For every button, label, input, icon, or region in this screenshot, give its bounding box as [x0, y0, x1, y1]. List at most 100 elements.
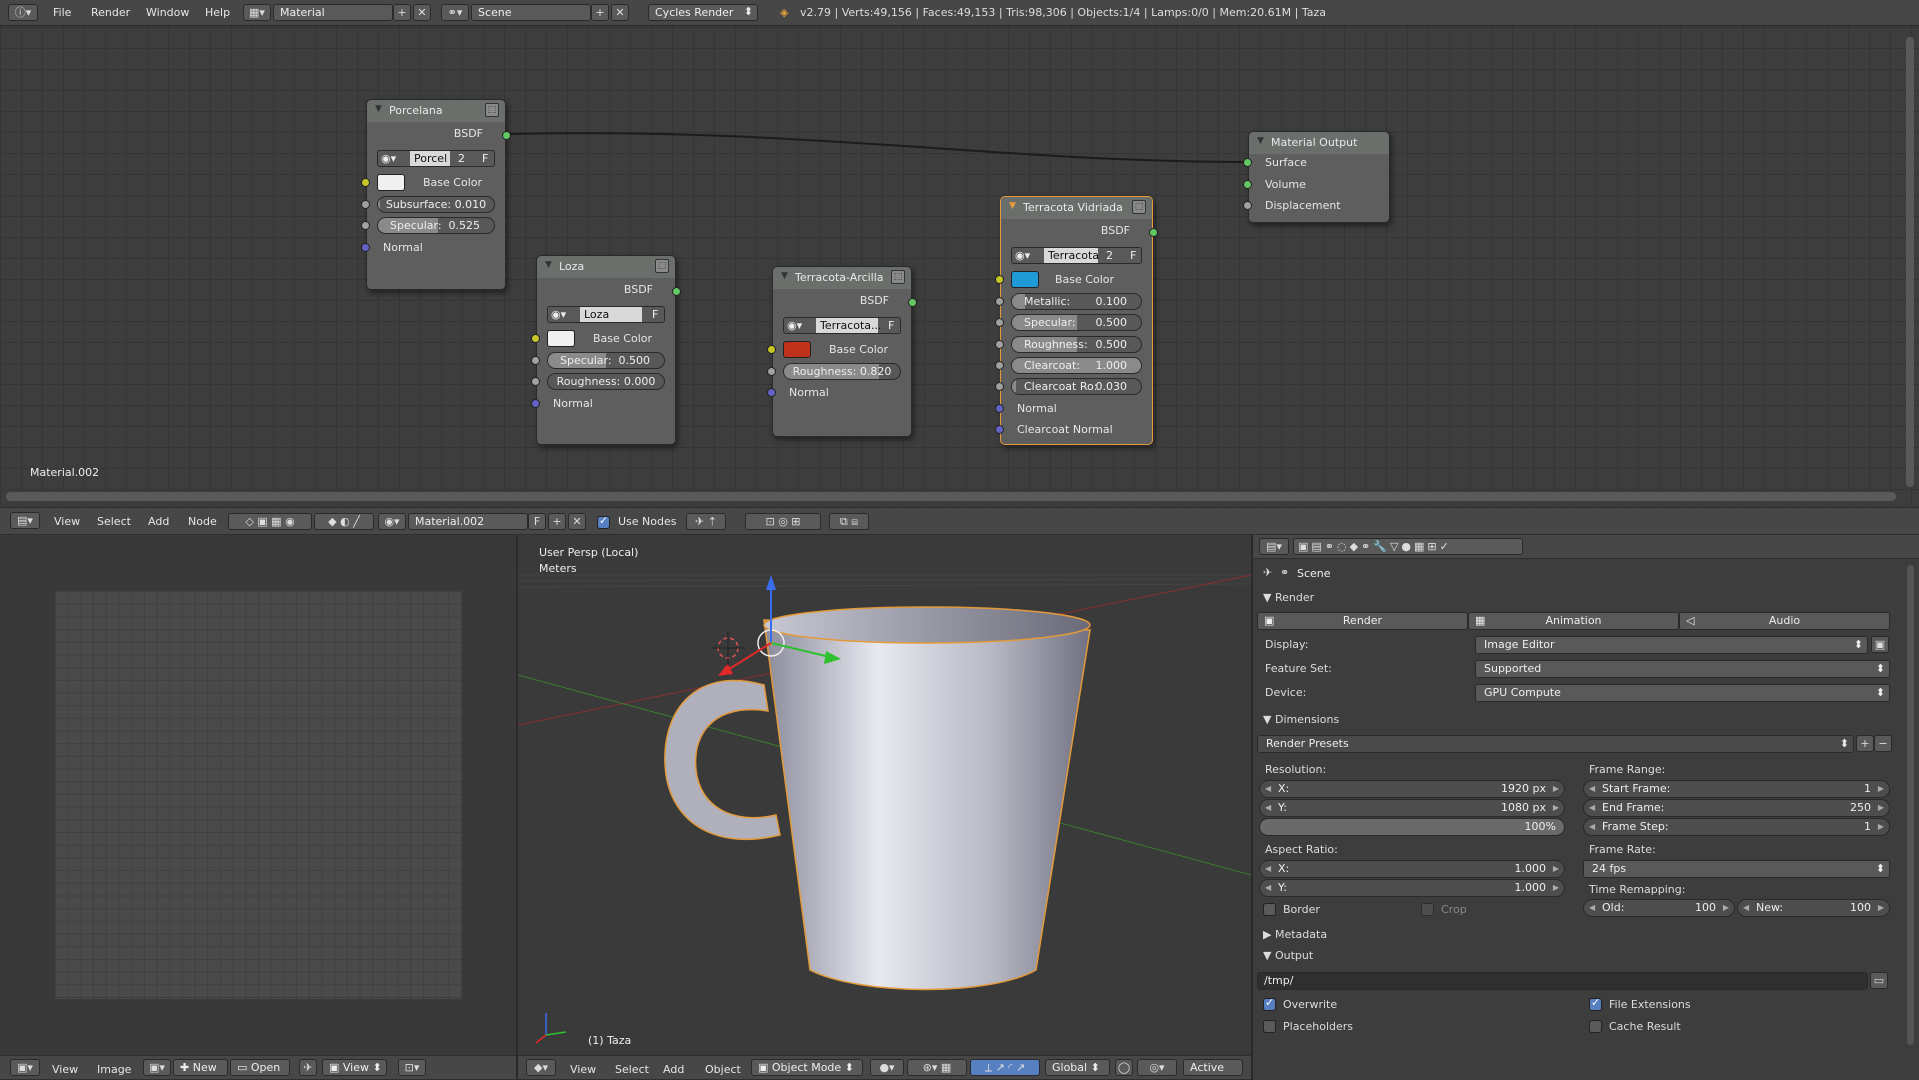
shader-object-buttons[interactable]: ◆ ◐ ╱: [314, 513, 374, 530]
time-new-field[interactable]: ◀ New: 100 ▶: [1737, 899, 1890, 917]
fake-user-button[interactable]: F: [528, 513, 546, 530]
orientation-select[interactable]: Global ⬍: [1045, 1059, 1110, 1076]
dimensions-panel-header[interactable]: ▼ Dimensions: [1263, 713, 1339, 726]
snap-target-select[interactable]: Active: [1183, 1059, 1243, 1076]
render-panel-header[interactable]: ▼ Render: [1263, 591, 1314, 604]
mode-select[interactable]: ▣ Object Mode ⬍: [751, 1059, 863, 1076]
material-browse-icon[interactable]: ◉▾: [378, 513, 406, 530]
specular-slider[interactable]: Specular: 0.500: [1011, 314, 1142, 331]
image-browse-icon[interactable]: ▣▾: [143, 1059, 171, 1076]
pivot-icon[interactable]: ⊡▾: [398, 1059, 426, 1076]
base-color-swatch[interactable]: [783, 341, 811, 358]
transform-manipulator-buttons[interactable]: ⟂ ↗ ◜ ↗: [970, 1059, 1040, 1076]
specular-slider[interactable]: Specular: 0.525: [377, 217, 495, 234]
base-color-swatch[interactable]: [1011, 271, 1039, 288]
specular-slider[interactable]: Specular: 0.500: [547, 352, 665, 369]
shader-type-buttons[interactable]: ◇ ▣ ▦ ◉: [228, 513, 312, 530]
end-frame-field[interactable]: ◀ End Frame: 250 ▶: [1583, 799, 1890, 817]
roughness-slider[interactable]: Roughness: 0.000: [547, 373, 665, 390]
roughness-socket[interactable]: [531, 377, 540, 386]
feature-set-select[interactable]: Supported ⬍: [1475, 660, 1890, 678]
animation-button[interactable]: ▦ Animation: [1468, 612, 1679, 630]
material-selector[interactable]: ◉▾ Terracota... F: [783, 317, 901, 334]
subsurface-socket[interactable]: [361, 200, 370, 209]
output-panel-header[interactable]: ▼ Output: [1263, 949, 1313, 962]
delete-material-button[interactable]: ✕: [568, 513, 586, 530]
delete-screen-button[interactable]: ✕: [413, 4, 431, 21]
volume-socket[interactable]: [1243, 180, 1252, 189]
fake-user-button[interactable]: F: [888, 318, 894, 333]
menu-object[interactable]: Object: [705, 1063, 741, 1076]
menu-node[interactable]: Node: [188, 515, 217, 528]
add-screen-button[interactable]: +: [393, 4, 411, 21]
menu-view[interactable]: View: [570, 1063, 596, 1076]
editor-type-button[interactable]: ▣▾: [10, 1059, 40, 1076]
material-selector[interactable]: ◉▾ Terracota 2 F: [1011, 247, 1142, 264]
resolution-y-field[interactable]: ◀ Y: 1080 px ▶: [1259, 799, 1565, 817]
menu-view[interactable]: View: [54, 515, 80, 528]
use-nodes-checkbox[interactable]: [597, 514, 610, 529]
specular-socket[interactable]: [995, 318, 1004, 327]
vertical-scrollbar[interactable]: [1906, 37, 1914, 487]
bsdf-output-socket[interactable]: [502, 131, 511, 140]
pivot-point-button[interactable]: ⊛▾ ▦: [907, 1059, 967, 1076]
collapse-arrow-icon[interactable]: ▼: [1257, 136, 1264, 146]
viewport-shading-button[interactable]: ●▾: [870, 1059, 904, 1076]
uv-grid[interactable]: [55, 591, 462, 999]
fake-user-button[interactable]: F: [482, 151, 488, 166]
menu-select[interactable]: Select: [615, 1063, 649, 1076]
file-extensions-checkbox[interactable]: [1589, 996, 1602, 1011]
screen-layout-icon[interactable]: ▦▾: [243, 4, 271, 21]
view-mode-select[interactable]: ▣ View ⬍: [322, 1059, 387, 1076]
roughness-socket[interactable]: [995, 340, 1004, 349]
normal-socket[interactable]: [767, 388, 776, 397]
aspect-x-field[interactable]: ◀ X: 1.000 ▶: [1259, 860, 1565, 878]
normal-socket[interactable]: [531, 399, 540, 408]
base-color-swatch[interactable]: [377, 174, 405, 191]
frame-step-field[interactable]: ◀ Frame Step: 1 ▶: [1583, 818, 1890, 836]
metadata-panel-header[interactable]: ▶ Metadata: [1263, 928, 1327, 941]
placeholders-checkbox[interactable]: [1263, 1020, 1276, 1033]
layers-icon[interactable]: ◯: [1115, 1059, 1133, 1076]
pin-icon[interactable]: ✈: [1263, 566, 1272, 579]
clearcoat-roughness-slider[interactable]: Clearcoat Ro: 0.030: [1011, 378, 1142, 395]
menu-file[interactable]: File: [53, 6, 71, 19]
menu-select[interactable]: Select: [97, 515, 131, 528]
folder-icon[interactable]: ▭: [1870, 972, 1888, 989]
normal-socket[interactable]: [995, 404, 1004, 413]
material-selector[interactable]: ◉▾ Porcel 2 F: [377, 150, 495, 167]
node-material-output[interactable]: ▼ Material Output Surface Volume Displace…: [1243, 131, 1390, 223]
properties-context-tabs[interactable]: ▣▤⚭◌◆⚭🔧▽●▦⊞✓: [1293, 538, 1523, 555]
properties-editor[interactable]: ▤▾ ▣▤⚭◌◆⚭🔧▽●▦⊞✓ ✈ ⚭ Scene ▼ Render ▣ Rend…: [1253, 535, 1919, 1080]
overwrite-checkbox[interactable]: [1263, 996, 1276, 1011]
mug-object[interactable]: [664, 606, 1091, 991]
collapse-arrow-icon[interactable]: ▼: [545, 260, 552, 270]
specular-socket[interactable]: [361, 221, 370, 230]
scene-field[interactable]: Scene: [471, 4, 591, 21]
delete-scene-button[interactable]: ✕: [611, 4, 629, 21]
resolution-percent-slider[interactable]: 100%: [1259, 818, 1565, 836]
node-preview-icon[interactable]: ⬚: [1132, 200, 1146, 214]
clearcoat-normal-socket[interactable]: [995, 425, 1004, 434]
bsdf-output-socket[interactable]: [672, 287, 681, 296]
info-editor-type-button[interactable]: ⓘ▾: [8, 4, 38, 21]
output-path-field[interactable]: /tmp/: [1257, 972, 1868, 990]
menu-help[interactable]: Help: [205, 6, 230, 19]
base-color-socket[interactable]: [361, 178, 370, 187]
frame-rate-select[interactable]: 24 fps ⬍: [1583, 860, 1890, 878]
node-porcelana[interactable]: ▼ Porcelana ⬚ BSDF ◉▾ Porcel 2 F Base Color S…: [361, 99, 511, 290]
roughness-socket[interactable]: [767, 367, 776, 376]
normal-socket[interactable]: [361, 243, 370, 252]
metallic-socket[interactable]: [995, 297, 1004, 306]
roughness-slider[interactable]: Roughness: 0.820: [783, 363, 901, 380]
collapse-arrow-icon[interactable]: ▼: [781, 271, 788, 281]
menu-image[interactable]: Image: [97, 1063, 131, 1076]
border-checkbox[interactable]: [1263, 903, 1276, 916]
clearcoat-socket[interactable]: [995, 361, 1004, 370]
menu-render[interactable]: Render: [91, 6, 130, 19]
cache-result-checkbox[interactable]: [1589, 1020, 1602, 1033]
fake-user-button[interactable]: F: [1130, 248, 1136, 263]
base-color-socket[interactable]: [767, 345, 776, 354]
roughness-slider[interactable]: Roughness: 0.500: [1011, 336, 1142, 353]
menu-window[interactable]: Window: [146, 6, 189, 19]
